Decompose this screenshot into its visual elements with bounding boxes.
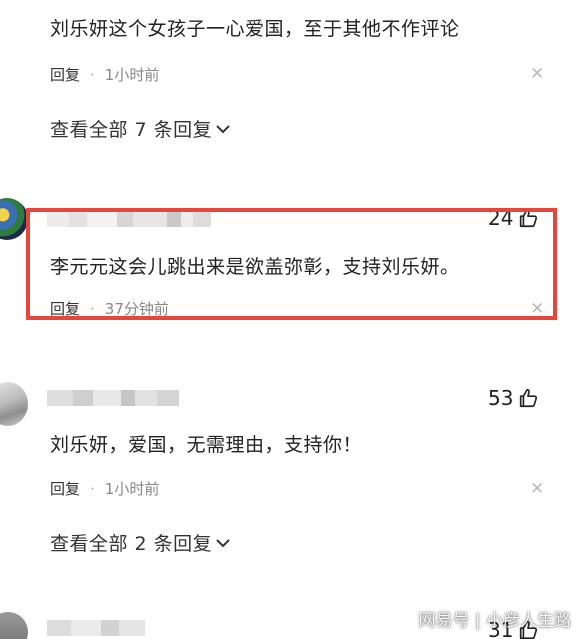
close-icon[interactable]: ✕: [530, 64, 544, 84]
comment-meta: 回复 · 1小时前: [50, 64, 159, 85]
view-all-replies-button[interactable]: 查看全部 7 条回复: [50, 115, 230, 142]
reply-button[interactable]: 回复: [50, 64, 80, 85]
view-all-replies-label: 查看全部 2 条回复: [50, 533, 213, 555]
view-all-replies-button[interactable]: 查看全部 2 条回复: [50, 529, 230, 556]
chevron-down-icon: [216, 538, 230, 547]
comment-meta: 回复 · 1小时前: [50, 478, 159, 499]
reply-button[interactable]: 回复: [50, 478, 80, 499]
thumbs-up-icon: [520, 388, 538, 408]
watermark: 网易号 | 小彦人生路: [418, 611, 571, 631]
view-all-replies-label: 查看全部 7 条回复: [50, 119, 213, 141]
separator-dot: ·: [90, 479, 95, 498]
like-count: 53: [488, 386, 514, 410]
blurred-username: [47, 620, 145, 636]
avatar[interactable]: [0, 612, 28, 639]
highlight-box: [26, 208, 557, 320]
like-button[interactable]: 53: [488, 386, 539, 410]
comment-time: 1小时前: [104, 480, 160, 498]
comment-text: 刘乐妍这个女孩子一心爱国，至于其他不作评论: [50, 18, 460, 40]
avatar[interactable]: [0, 198, 28, 240]
separator-dot: ·: [90, 65, 95, 84]
avatar[interactable]: [0, 382, 28, 426]
comment-time: 1小时前: [104, 66, 160, 84]
blurred-username: [47, 390, 179, 406]
close-icon[interactable]: ✕: [530, 479, 544, 499]
chevron-down-icon: [216, 124, 230, 133]
comment-text: 刘乐妍，爱国，无需理由，支持你！: [50, 434, 363, 456]
